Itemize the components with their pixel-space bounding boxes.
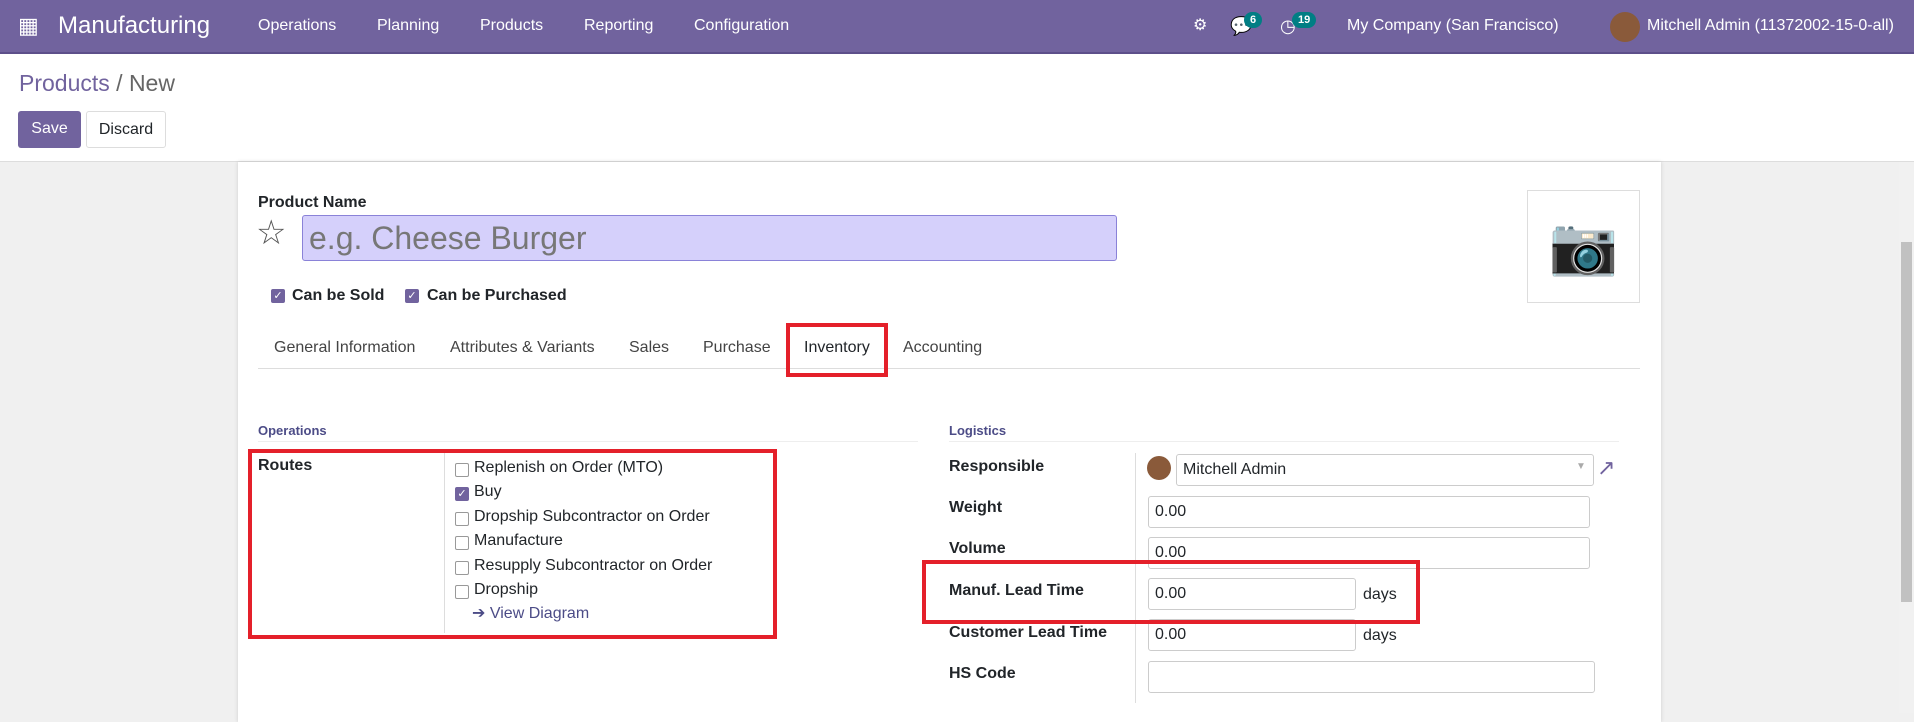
tab-purchase[interactable]: Purchase	[703, 339, 771, 357]
user-avatar[interactable]	[1610, 12, 1640, 42]
top-navbar: ▦ Manufacturing Operations Planning Prod…	[0, 0, 1914, 54]
hs-code-input[interactable]	[1148, 661, 1595, 693]
scrollbar[interactable]	[1899, 162, 1914, 713]
customer-lead-days-unit: days	[1363, 627, 1397, 644]
customer-lead-time-label: Customer Lead Time	[949, 624, 1107, 641]
can-be-sold-checkbox[interactable]: ✓	[271, 289, 285, 303]
product-image-upload-camera-icon[interactable]: 📷	[1527, 190, 1640, 303]
save-button[interactable]: Save	[18, 111, 81, 148]
control-panel	[0, 54, 1914, 162]
breadcrumb-products[interactable]: Products	[19, 70, 110, 96]
user-menu[interactable]: Mitchell Admin (11372002-15-0-all)	[1647, 0, 1894, 52]
company-switcher[interactable]: My Company (San Francisco)	[1347, 0, 1559, 52]
volume-label: Volume	[949, 540, 1006, 557]
favorite-star-icon[interactable]: ☆	[256, 213, 286, 253]
tab-accounting[interactable]: Accounting	[903, 339, 982, 357]
menu-configuration[interactable]: Configuration	[694, 0, 789, 52]
menu-planning[interactable]: Planning	[377, 0, 439, 52]
menu-products[interactable]: Products	[480, 0, 543, 52]
menu-reporting[interactable]: Reporting	[584, 0, 653, 52]
product-name-input[interactable]: e.g. Cheese Burger	[302, 215, 1117, 261]
manuf-lead-time-highlight	[922, 560, 1420, 624]
responsible-label: Responsible	[949, 458, 1045, 475]
app-title[interactable]: Manufacturing	[58, 0, 210, 52]
operations-section-title: Operations	[258, 423, 327, 438]
routes-highlight	[248, 449, 777, 639]
logistics-section-title: Logistics	[949, 423, 1007, 438]
hs-code-label: HS Code	[949, 665, 1016, 682]
inventory-tab-highlight	[786, 323, 888, 377]
apps-menu-icon[interactable]: ▦	[18, 0, 39, 52]
product-name-label: Product Name	[258, 194, 367, 211]
can-be-purchased-checkbox[interactable]: ✓	[405, 289, 419, 303]
tab-general-information[interactable]: General Information	[274, 339, 415, 357]
tab-attributes-variants[interactable]: Attributes & Variants	[450, 339, 595, 357]
external-link-icon[interactable]: ↗	[1597, 455, 1615, 481]
debug-bug-icon[interactable]: ⚙	[1193, 0, 1207, 52]
can-be-sold-label: Can be Sold	[292, 287, 385, 304]
tabs-divider	[258, 368, 1640, 369]
responsible-select[interactable]: Mitchell Admin	[1176, 454, 1594, 486]
activities-clock-icon[interactable]: ◷	[1280, 0, 1296, 52]
breadcrumb-current: New	[128, 70, 175, 96]
messages-badge: 6	[1244, 12, 1263, 28]
activities-badge: 19	[1292, 12, 1317, 28]
responsible-avatar	[1147, 456, 1171, 480]
discard-button[interactable]: Discard	[86, 111, 166, 148]
menu-operations[interactable]: Operations	[258, 0, 336, 52]
tab-sales[interactable]: Sales	[629, 339, 669, 357]
weight-label: Weight	[949, 499, 1003, 516]
responsible-dropdown-chevron-icon[interactable]: ▼	[1576, 461, 1586, 472]
can-be-purchased-label: Can be Purchased	[427, 287, 567, 304]
weight-input[interactable]: 0.00	[1148, 496, 1590, 528]
breadcrumb: Products / New	[19, 70, 175, 96]
